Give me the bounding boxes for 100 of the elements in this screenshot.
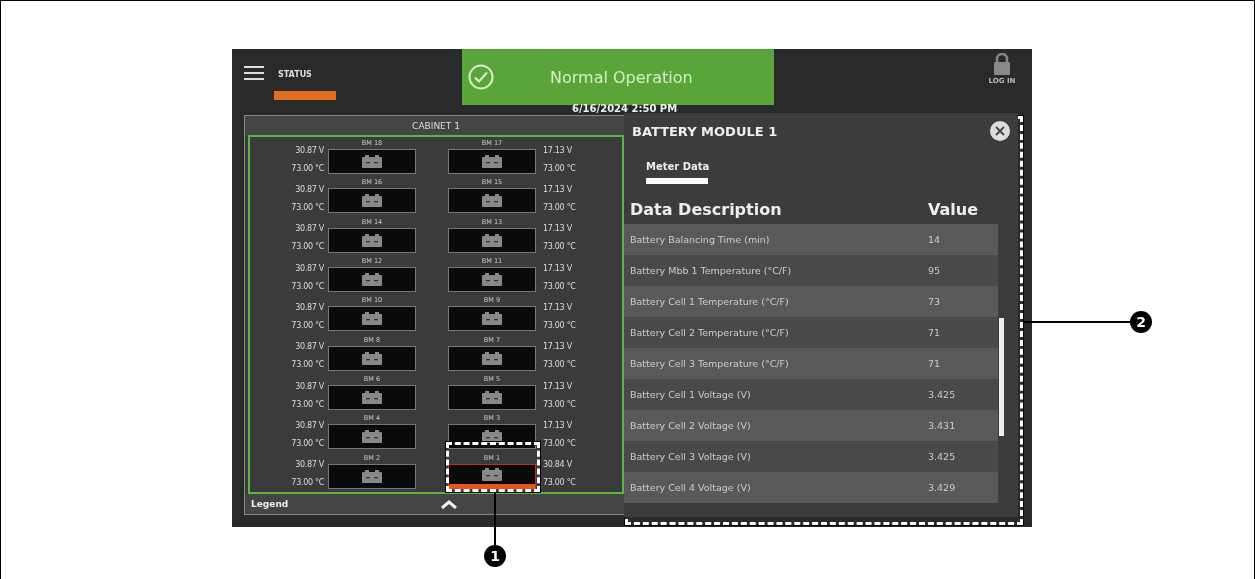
table-cell-text: Battery Cell 3 Temperature (°C/F) (630, 358, 790, 369)
temperature-reading: 73.00 °C (543, 478, 576, 488)
battery-module-tile[interactable] (448, 227, 536, 253)
temperature-reading: 73.00 °C (543, 163, 576, 173)
table-cell-text: Battery Cell 3 Voltage (V) (630, 451, 752, 462)
temperature-reading: 73.00 °C (291, 203, 324, 213)
voltage-reading: 30.87 V (295, 263, 324, 273)
battery-module-tile[interactable] (328, 345, 416, 371)
battery-module-tile[interactable] (328, 306, 416, 332)
table-cell-text: 14 (928, 234, 942, 245)
close-button[interactable] (990, 121, 1010, 141)
lock-icon[interactable] (993, 53, 1011, 75)
battery-icon (482, 194, 502, 208)
legend-bar[interactable]: Legend (245, 494, 627, 514)
voltage-reading: 17.13 V (543, 381, 572, 391)
temperature-reading: 73.00 °C (543, 360, 576, 370)
battery-module-tile[interactable] (328, 227, 416, 253)
battery-icon (482, 155, 502, 168)
menu-icon[interactable] (244, 66, 264, 80)
temperature-reading: 73.00 °C (291, 281, 324, 291)
temperature-reading: 73.00 °C (291, 360, 324, 370)
battery-module-tile[interactable] (448, 463, 536, 489)
chevron-up-icon[interactable] (441, 499, 457, 509)
cabinet-title: CABINET 1 (412, 120, 460, 131)
battery-module-tile[interactable] (328, 463, 416, 489)
battery-icon (482, 273, 502, 286)
voltage-reading: 17.13 V (543, 420, 572, 430)
scrollbar[interactable] (999, 318, 1004, 436)
table-cell-text: 3.425 (928, 451, 957, 462)
voltage-reading: 17.13 V (543, 342, 572, 352)
battery-icon (362, 430, 382, 444)
legend-label: Legend (251, 499, 290, 509)
battery-icon (362, 351, 382, 365)
battery-module-tile[interactable] (328, 149, 416, 174)
table-cell-text: 3.425 (928, 389, 957, 400)
battery-module-tile[interactable] (448, 384, 536, 410)
temperature-reading: 73.00 °C (543, 439, 576, 449)
table-cell-text: Battery Cell 2 Temperature (°C/F) (630, 327, 790, 338)
battery-icon (362, 194, 382, 208)
temperature-reading: 73.00 °C (291, 163, 324, 173)
battery-icon (482, 312, 502, 326)
table-cell-text: 3.429 (928, 482, 957, 493)
battery-module-tile[interactable] (448, 149, 536, 174)
voltage-reading: 30.87 V (295, 460, 324, 470)
close-icon (995, 126, 1005, 136)
voltage-reading: 17.13 V (543, 184, 572, 194)
voltage-reading: 17.13 V (543, 263, 572, 273)
temperature-reading: 73.00 °C (543, 281, 576, 291)
battery-module-tile[interactable] (448, 345, 536, 371)
voltage-reading: 30.87 V (295, 145, 324, 155)
battery-module-tile[interactable] (328, 424, 416, 450)
voltage-reading: 17.13 V (543, 145, 572, 155)
voltage-reading: 17.13 V (543, 224, 572, 234)
battery-icon (362, 469, 382, 483)
voltage-reading: 30.87 V (295, 224, 324, 234)
battery-module-tile[interactable] (448, 424, 536, 450)
column-header: Value (928, 200, 980, 221)
table-cell-text: 71 (928, 358, 942, 369)
battery-icon (362, 233, 382, 247)
voltage-reading: 30.87 V (295, 381, 324, 391)
battery-module-tile[interactable] (448, 306, 536, 332)
table-cell-text: 3.431 (928, 420, 957, 431)
battery-module-tile[interactable] (448, 267, 536, 292)
battery-module-tile[interactable] (328, 267, 416, 292)
status-text: Normal Operation (550, 67, 693, 87)
temperature-reading: 73.00 °C (543, 242, 576, 252)
temperature-reading: 73.00 °C (291, 321, 324, 331)
battery-icon (482, 351, 502, 365)
temperature-reading: 73.00 °C (291, 399, 324, 409)
voltage-reading: 30.87 V (295, 184, 324, 194)
battery-icon (362, 273, 382, 286)
voltage-reading: 17.13 V (543, 302, 572, 312)
table-cell-text: 73 (928, 296, 942, 307)
battery-module-tile[interactable] (328, 188, 416, 214)
battery-module-tile[interactable] (448, 188, 536, 214)
callout-number: 1 (484, 545, 506, 567)
voltage-reading: 30.84 V (543, 460, 572, 470)
temperature-reading: 73.00 °C (291, 478, 324, 488)
date-time: 6/16/2024 2:50 PM (572, 103, 678, 114)
table-cell-text: Battery Balancing Time (min) (630, 234, 771, 245)
battery-icon (482, 233, 502, 247)
battery-icon (362, 390, 382, 404)
battery-module-tile[interactable] (328, 384, 416, 410)
temperature-reading: 73.00 °C (543, 203, 576, 213)
leader-line (494, 492, 496, 546)
table-cell-text: 95 (928, 265, 942, 276)
table-cell-text: Battery Cell 1 Temperature (°C/F) (630, 296, 790, 307)
battery-icon (482, 467, 502, 481)
temperature-reading: 73.00 °C (543, 399, 576, 409)
status-tab[interactable]: STATUS (278, 70, 336, 79)
table-cell-text: Battery Cell 4 Voltage (V) (630, 482, 752, 493)
voltage-reading: 30.87 V (295, 342, 324, 352)
battery-icon (362, 155, 382, 168)
meter-data-tab[interactable]: Meter Data (646, 161, 710, 172)
check-circle-icon (468, 64, 494, 90)
column-header: Data Description (630, 200, 783, 221)
table-cell-text: Battery Mbb 1 Temperature (°C/F) (630, 265, 793, 276)
panel-title: BATTERY MODULE 1 (632, 123, 778, 139)
battery-icon (482, 390, 502, 404)
table-cell-text: Battery Cell 2 Voltage (V) (630, 420, 752, 431)
